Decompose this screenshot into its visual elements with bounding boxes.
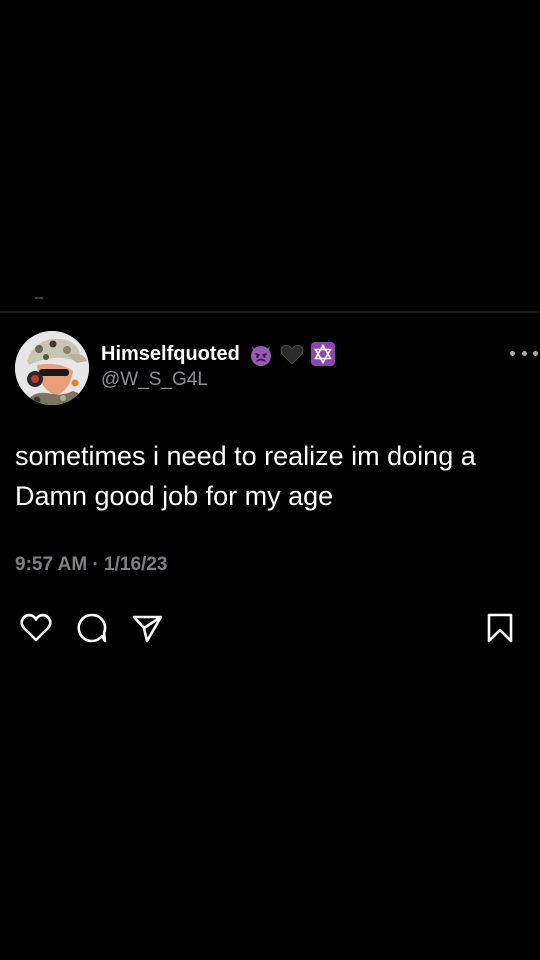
more-dot (533, 350, 538, 356)
timestamp[interactable]: 9:57 AM · 1/16/23 (15, 554, 167, 576)
heart-icon (20, 613, 52, 642)
tweet-text: sometimes i need to realize im doing a D… (15, 441, 476, 511)
bookmark-button[interactable] (482, 610, 518, 646)
avatar-image (15, 331, 89, 405)
divider (0, 311, 540, 313)
reply-button[interactable] (74, 610, 110, 646)
reply-icon (77, 613, 107, 643)
more-dot (521, 350, 527, 356)
top-dash (35, 297, 43, 299)
bookmark-icon (487, 613, 513, 643)
share-icon (132, 615, 163, 643)
more-dot (510, 350, 515, 356)
star-of-david-icon (310, 342, 335, 366)
share-button[interactable] (129, 610, 165, 646)
avatar[interactable] (15, 331, 89, 405)
black-heart-icon (280, 344, 304, 365)
like-button[interactable] (18, 610, 54, 646)
smiling-imp-icon (250, 346, 271, 366)
display-name[interactable]: Himselfquoted (101, 343, 240, 366)
user-handle[interactable]: @W_S_G4L (101, 369, 208, 391)
display-name-row: Himselfquoted (101, 341, 339, 367)
action-bar (0, 610, 540, 646)
tweet-screen: Himselfquoted @W_S_G4L sometimes i need … (0, 0, 540, 960)
more-options-icon[interactable] (510, 346, 538, 360)
